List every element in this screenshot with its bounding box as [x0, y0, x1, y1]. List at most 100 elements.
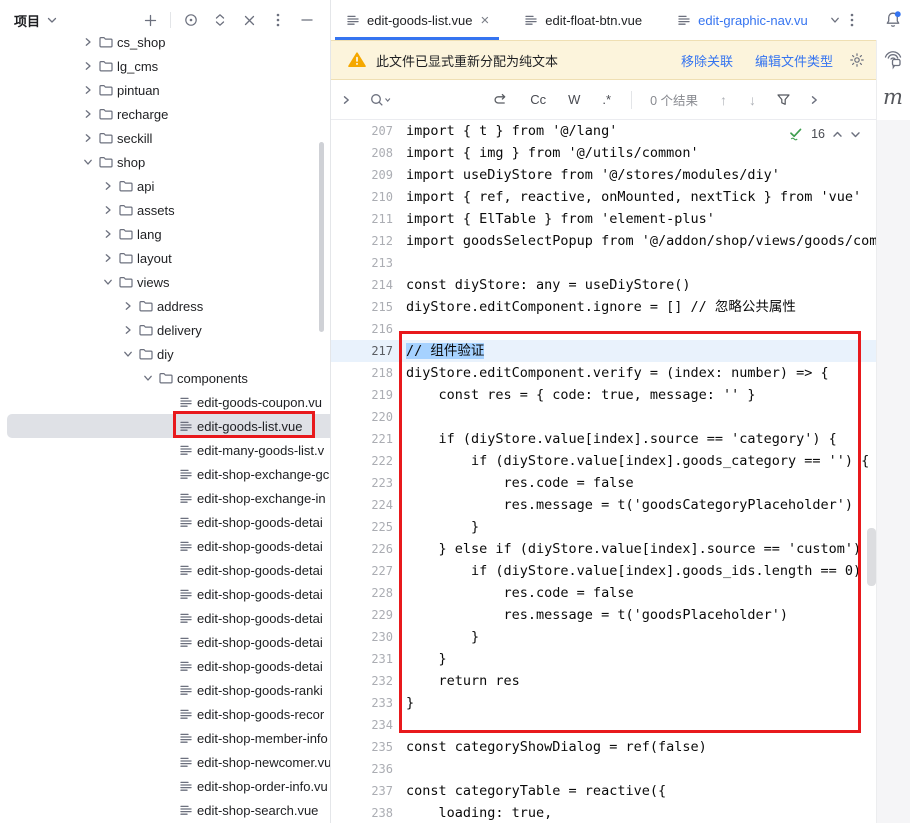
hide-panel-icon[interactable] [298, 11, 316, 29]
remove-association-link[interactable]: 移除关联 [681, 51, 733, 70]
chevron-down-icon[interactable] [140, 370, 156, 386]
text-file-icon [178, 394, 194, 410]
previous-match-icon[interactable]: ↑ [720, 92, 727, 108]
editor-scrollbar[interactable] [867, 528, 876, 586]
code-line-236[interactable]: 236 [331, 758, 877, 780]
tree-file-edit-shop-goods-ranki[interactable]: edit-shop-goods-ranki [0, 678, 330, 702]
tree-file-edit-shop-goods-detai[interactable]: edit-shop-goods-detai [0, 654, 330, 678]
tree-item-label: assets [137, 203, 175, 218]
chevron-down-icon[interactable] [46, 14, 58, 26]
code-line-209[interactable]: 209import useDiyStore from '@/stores/mod… [331, 164, 877, 186]
close-tab-icon[interactable]: × [481, 13, 490, 28]
chevron-right-icon[interactable] [100, 226, 116, 242]
code-line-214[interactable]: 214const diyStore: any = useDiyStore() [331, 274, 877, 296]
tree-folder-diy[interactable]: diy [0, 342, 330, 366]
chevron-right-icon[interactable] [80, 82, 96, 98]
chevron-down-icon[interactable] [120, 346, 136, 362]
chevron-right-icon[interactable] [80, 58, 96, 74]
tree-folder-api[interactable]: api [0, 174, 330, 198]
code-line-210[interactable]: 210import { ref, reactive, onMounted, ne… [331, 186, 877, 208]
tree-folder-lg_cms[interactable]: lg_cms [0, 54, 330, 78]
tree-item-label: edit-shop-goods-recor [197, 707, 324, 722]
previous-problem-icon[interactable] [832, 129, 843, 140]
tree-folder-views[interactable]: views [0, 270, 330, 294]
code-line-212[interactable]: 212import goodsSelectPopup from '@/addon… [331, 230, 877, 252]
next-match-icon[interactable]: ↓ [749, 92, 756, 108]
assistant-radar-icon[interactable] [876, 47, 910, 71]
tree-file-edit-shop-member-info[interactable]: edit-shop-member-info [0, 726, 330, 750]
tree-file-edit-shop-order-info.vu[interactable]: edit-shop-order-info.vu [0, 774, 330, 798]
notifications-bell-icon[interactable] [876, 10, 910, 30]
filter-icon[interactable] [776, 92, 791, 107]
edit-file-type-link[interactable]: 编辑文件类型 [755, 51, 833, 70]
tree-file-edit-shop-goods-detai[interactable]: edit-shop-goods-detai [0, 606, 330, 630]
gear-icon[interactable] [849, 52, 865, 68]
code-line-235[interactable]: 235const categoryShowDialog = ref(false) [331, 736, 877, 758]
project-panel-title: 项目 [14, 11, 40, 30]
tree-folder-cs_shop[interactable]: cs_shop [0, 30, 330, 54]
inspection-widget[interactable]: 16 [782, 122, 867, 146]
tree-folder-address[interactable]: address [0, 294, 330, 318]
expand-search-icon[interactable] [809, 95, 819, 105]
tree-file-edit-shop-search.vue[interactable]: edit-shop-search.vue [0, 798, 330, 822]
tree-scrollbar[interactable] [319, 142, 324, 332]
code-line-237[interactable]: 237const categoryTable = reactive({ [331, 780, 877, 802]
tab-edit-graphic-nav.vu[interactable]: edit-graphic-nav.vu [666, 0, 818, 40]
tree-file-edit-shop-goods-detai[interactable]: edit-shop-goods-detai [0, 558, 330, 582]
tree-file-edit-shop-goods-detai[interactable]: edit-shop-goods-detai [0, 630, 330, 654]
chevron-right-icon[interactable] [100, 178, 116, 194]
folder-icon [118, 226, 134, 242]
collapse-all-icon[interactable] [240, 11, 258, 29]
chevron-right-icon[interactable] [80, 106, 96, 122]
code-line-238[interactable]: 238 loading: true, [331, 802, 877, 823]
chevron-right-icon[interactable] [100, 202, 116, 218]
line-number: 208 [331, 142, 393, 164]
tab-edit-float-btn.vue[interactable]: edit-float-btn.vue [513, 0, 652, 40]
tree-folder-lang[interactable]: lang [0, 222, 330, 246]
tree-file-edit-shop-goods-recor[interactable]: edit-shop-goods-recor [0, 702, 330, 726]
collapse-search-icon[interactable] [341, 95, 351, 105]
folder-icon [118, 274, 134, 290]
chevron-right-icon[interactable] [100, 250, 116, 266]
tab-edit-goods-list.vue[interactable]: edit-goods-list.vue× [335, 0, 499, 40]
tree-file-edit-shop-goods-detai[interactable]: edit-shop-goods-detai [0, 582, 330, 606]
tree-folder-recharge[interactable]: recharge [0, 102, 330, 126]
chevron-right-icon[interactable] [120, 298, 136, 314]
code-line-211[interactable]: 211import { ElTable } from 'element-plus… [331, 208, 877, 230]
tree-folder-assets[interactable]: assets [0, 198, 330, 222]
tree-file-edit-shop-goods-detai[interactable]: edit-shop-goods-detai [0, 510, 330, 534]
expand-all-icon[interactable] [211, 11, 229, 29]
tree-folder-layout[interactable]: layout [0, 246, 330, 270]
tree-file-edit-shop-exchange-gc[interactable]: edit-shop-exchange-gc [0, 462, 330, 486]
tree-folder-pintuan[interactable]: pintuan [0, 78, 330, 102]
code-line-215[interactable]: 215diyStore.editComponent.ignore = [] //… [331, 296, 877, 318]
chevron-down-icon[interactable] [100, 274, 116, 290]
search-icon[interactable] [369, 92, 392, 108]
chevron-right-icon[interactable] [120, 322, 136, 338]
tree-file-edit-shop-goods-detai[interactable]: edit-shop-goods-detai [0, 534, 330, 558]
tree-file-edit-shop-exchange-in[interactable]: edit-shop-exchange-in [0, 486, 330, 510]
next-problem-icon[interactable] [850, 129, 861, 140]
chevron-right-icon[interactable] [80, 130, 96, 146]
line-number: 219 [331, 384, 393, 406]
tree-file-edit-many-goods-list.v[interactable]: edit-many-goods-list.v [0, 438, 330, 462]
tree-file-edit-shop-newcomer.vu[interactable]: edit-shop-newcomer.vu [0, 750, 330, 774]
chevron-down-icon[interactable] [80, 154, 96, 170]
tree-folder-seckill[interactable]: seckill [0, 126, 330, 150]
search-input[interactable] [400, 92, 492, 107]
tree-folder-components[interactable]: components [0, 366, 330, 390]
locate-icon[interactable] [182, 11, 200, 29]
search-history-icon[interactable] [492, 92, 508, 108]
regex-toggle[interactable]: .* [602, 92, 611, 107]
code-line-213[interactable]: 213 [331, 252, 877, 274]
tree-folder-shop[interactable]: shop [0, 150, 330, 174]
whole-words-toggle[interactable]: W [568, 92, 580, 107]
chevron-right-icon[interactable] [80, 34, 96, 50]
add-icon[interactable] [141, 11, 159, 29]
more-icon[interactable] [269, 11, 287, 29]
m-tool-icon[interactable]: m [876, 85, 910, 109]
tab-more-icon[interactable] [850, 12, 854, 28]
match-case-toggle[interactable]: Cc [530, 92, 546, 107]
tree-folder-delivery[interactable]: delivery [0, 318, 330, 342]
tab-list-dropdown-icon[interactable] [830, 15, 840, 25]
